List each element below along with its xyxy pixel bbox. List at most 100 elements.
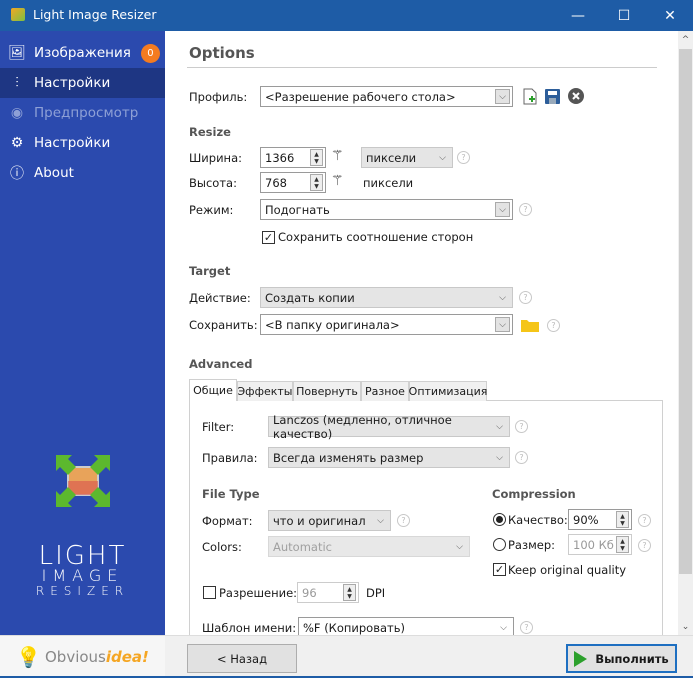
gear-icon: ⚙	[10, 135, 24, 151]
size-stepper[interactable]: ▲ ▼	[616, 536, 629, 553]
size-radio[interactable]	[493, 538, 506, 551]
tab-rotate[interactable]: Повернуть	[293, 381, 361, 401]
logo-text-image: IMAGE	[41, 566, 124, 585]
help-icon[interactable]: ?	[638, 514, 651, 527]
options-panel: Options Профиль: <Разрешение рабочего ст…	[165, 31, 693, 640]
run-button[interactable]: Выполнить	[566, 644, 677, 673]
height-input[interactable]: 768 ▲ ▼	[260, 172, 326, 193]
unit-select[interactable]: пиксели ⌵	[361, 147, 453, 168]
rules-select[interactable]: Всегда изменять размер ⌵	[268, 447, 510, 468]
quality-label: Качество:	[508, 513, 568, 527]
delete-profile-icon[interactable]	[568, 88, 584, 104]
profile-value: <Разрешение рабочего стола>	[265, 89, 456, 104]
close-button[interactable]: ✕	[647, 0, 693, 31]
help-icon[interactable]: ?	[547, 319, 560, 332]
sidebar-item-about[interactable]: ⓘ About	[0, 158, 165, 188]
resolution-checkbox[interactable]	[203, 586, 216, 599]
width-input[interactable]: 1366 ▲ ▼	[260, 147, 326, 168]
height-stepper[interactable]: ▲ ▼	[310, 174, 323, 191]
dpi-label: DPI	[366, 586, 386, 600]
scrollbar-thumb[interactable]	[679, 49, 692, 574]
save-to-select[interactable]: <В папку оригинала> ⌵	[260, 314, 513, 335]
filter-value: Lanczos (медленно, отличное качество)	[273, 412, 452, 441]
new-profile-icon[interactable]	[523, 88, 537, 105]
back-button[interactable]: < Назад	[187, 644, 297, 673]
folder-icon[interactable]	[521, 318, 539, 332]
target-heading: Target	[189, 264, 231, 278]
brand-text: Obvious	[45, 648, 106, 666]
help-icon[interactable]: ?	[638, 539, 651, 552]
keep-quality-checkbox[interactable]: ✓	[493, 563, 506, 576]
sidebar-item-preferences[interactable]: ⚙ Настройки	[0, 128, 165, 158]
obviousidea-brand[interactable]: 💡 Obvious idea!	[0, 635, 165, 678]
filter-select[interactable]: Lanczos (медленно, отличное качество) ⌵	[268, 413, 510, 441]
keep-quality-label: Keep original quality	[508, 563, 627, 577]
maximize-button[interactable]: ☐	[601, 0, 647, 31]
help-icon[interactable]: ?	[519, 203, 532, 216]
help-icon[interactable]: ?	[515, 420, 528, 433]
scroll-up-icon[interactable]: ^	[678, 31, 693, 48]
format-select[interactable]: что и оригинал ⌵	[268, 510, 391, 531]
sliders-icon: ⫶	[15, 75, 19, 91]
chevron-down-icon: ⌵	[500, 622, 507, 633]
name-template-value: %F (Копировать)	[303, 621, 406, 635]
sidebar-item-images[interactable]: 🖼 Изображения 0	[0, 38, 165, 68]
chevron-down-icon: ⌵	[499, 292, 506, 303]
size-label: Размер:	[508, 538, 556, 552]
chevron-down-icon: ⌵	[496, 421, 503, 432]
images-icon: 🖼	[8, 45, 26, 61]
width-stepper[interactable]: ▲ ▼	[310, 149, 323, 166]
help-icon[interactable]: ?	[457, 151, 470, 164]
magic-wand-icon[interactable]: ⚚	[331, 148, 344, 164]
tab-misc[interactable]: Разное	[361, 381, 409, 401]
quality-value: 90%	[573, 512, 599, 527]
minimize-button[interactable]: —	[555, 0, 601, 31]
profile-select[interactable]: <Разрешение рабочего стола> ⌵	[260, 86, 513, 107]
scroll-down-icon[interactable]: ⌄	[678, 618, 693, 635]
quality-input[interactable]: 90% ▲ ▼	[568, 509, 632, 530]
help-icon[interactable]: ?	[515, 451, 528, 464]
chevron-down-icon: ⌵	[495, 89, 510, 104]
eye-icon: ◉	[10, 105, 24, 121]
vertical-scrollbar[interactable]: ^ ⌄	[678, 31, 693, 635]
mode-select[interactable]: Подогнать ⌵	[260, 199, 513, 220]
size-value: 100 Кб	[573, 537, 614, 552]
chevron-down-icon: ⌵	[377, 515, 384, 526]
format-label: Формат:	[202, 514, 253, 528]
brand-text-accent: idea!	[105, 648, 149, 666]
resolution-input[interactable]: 96 ▲ ▼	[297, 582, 359, 603]
tab-general[interactable]: Общие	[189, 379, 237, 401]
sidebar-item-label: Настройки	[34, 75, 111, 91]
colors-select[interactable]: Automatic ⌵	[268, 536, 470, 557]
info-icon: ⓘ	[10, 166, 24, 182]
help-icon[interactable]: ?	[520, 621, 533, 634]
quality-stepper[interactable]: ▲ ▼	[616, 511, 629, 528]
resize-heading: Resize	[189, 125, 231, 139]
lightbulb-icon: 💡	[16, 645, 41, 669]
help-icon[interactable]: ?	[519, 291, 532, 304]
action-value: Создать копии	[265, 290, 355, 305]
save-profile-icon[interactable]	[545, 89, 560, 104]
tab-optimization[interactable]: Оптимизация	[409, 381, 487, 401]
mode-label: Режим:	[189, 203, 234, 217]
compression-heading: Compression	[492, 487, 576, 501]
title-bar: Light Image Resizer — ☐ ✕	[0, 0, 693, 31]
mode-value: Подогнать	[265, 202, 330, 217]
keep-ratio-checkbox[interactable]: ✓	[262, 231, 275, 244]
quality-radio[interactable]	[493, 513, 506, 526]
chevron-down-icon: ⌵	[496, 452, 503, 463]
resolution-stepper[interactable]: ▲ ▼	[343, 584, 356, 601]
sidebar-item-preview[interactable]: ◉ Предпросмотр	[0, 98, 165, 128]
save-to-label: Сохранить:	[189, 318, 258, 332]
sidebar-item-settings[interactable]: ⫶ Настройки	[0, 68, 165, 98]
sidebar-item-label: Настройки	[34, 135, 111, 151]
play-icon	[574, 650, 588, 667]
logo-text-resizer: RESIZER	[35, 584, 130, 598]
size-input[interactable]: 100 Кб ▲ ▼	[568, 534, 632, 555]
help-icon[interactable]: ?	[397, 514, 410, 527]
tab-effects[interactable]: Эффекты	[237, 381, 293, 401]
profile-label: Профиль:	[189, 90, 248, 104]
magic-wand-icon[interactable]: ⚚	[331, 173, 344, 189]
run-button-label: Выполнить	[595, 651, 669, 666]
action-select[interactable]: Создать копии ⌵	[260, 287, 513, 308]
